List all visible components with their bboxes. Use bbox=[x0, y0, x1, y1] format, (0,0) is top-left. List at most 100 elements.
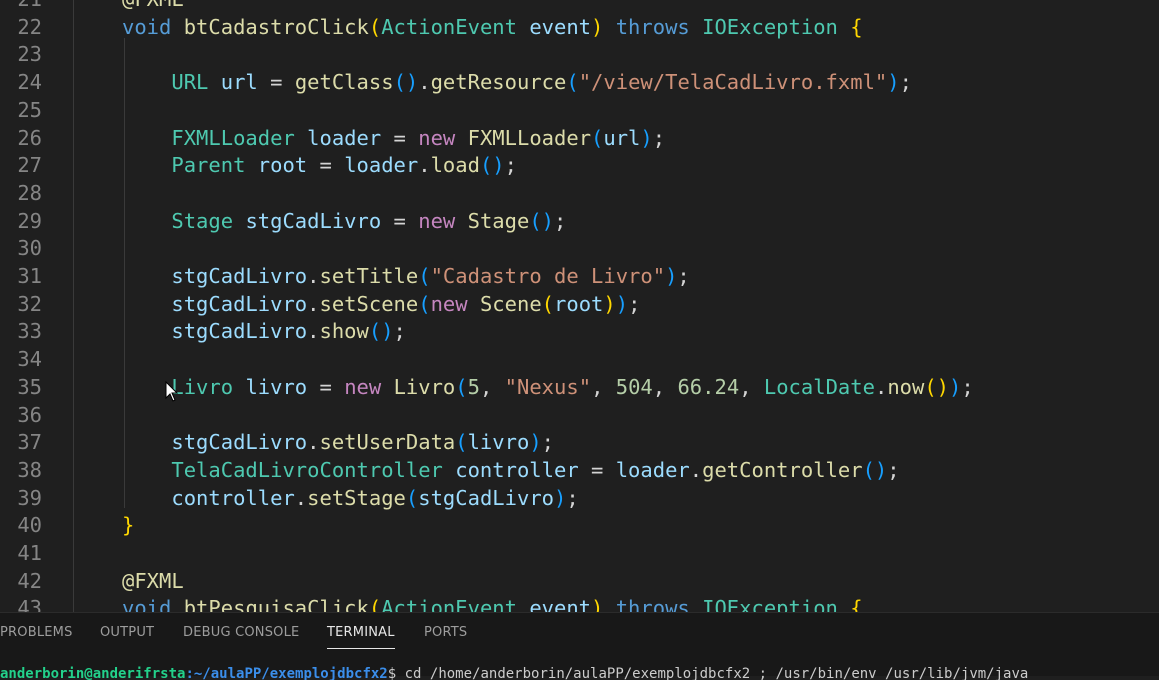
code-token: setStage bbox=[307, 485, 406, 510]
code-token: ) bbox=[529, 430, 542, 455]
code-line[interactable]: 28 bbox=[0, 180, 1159, 208]
code-line[interactable]: 30 bbox=[0, 235, 1159, 263]
code-token: ) bbox=[640, 125, 653, 150]
code-token: setTitle bbox=[319, 264, 419, 288]
code-line[interactable]: 29 Stage stgCadLivro = new Stage(); bbox=[0, 208, 1159, 236]
code-line[interactable]: 39 controller.setStage(stgCadLivro); bbox=[0, 485, 1159, 513]
code-token: () bbox=[862, 457, 888, 482]
code-line[interactable]: 41 bbox=[0, 540, 1159, 568]
code-token: ) bbox=[591, 14, 604, 39]
code-line[interactable]: 31 stgCadLivro.setTitle("Cadastro de Liv… bbox=[0, 263, 1159, 291]
terminal-prompt-line[interactable]: anderborin@anderifrsta:~/aulaPP/exemploj… bbox=[0, 666, 1159, 680]
code-line[interactable]: 27 Parent root = loader.load(); bbox=[0, 152, 1159, 180]
code-token: stgCadLivro bbox=[171, 291, 308, 316]
code-token: stgCadLivro bbox=[171, 264, 308, 288]
line-number: 39 bbox=[17, 485, 42, 510]
code-token: show bbox=[319, 319, 369, 344]
code-line[interactable]: 42 @FXML bbox=[0, 568, 1159, 596]
terminal-user: anderborin@anderifrsta bbox=[0, 666, 186, 680]
code-token: @FXML bbox=[122, 0, 184, 11]
code-token: setScene bbox=[319, 291, 419, 316]
code-token: event bbox=[529, 596, 592, 612]
code-line[interactable]: 24 URL url = getClass().getResource("/vi… bbox=[0, 69, 1159, 97]
code-token: ( bbox=[418, 291, 431, 316]
code-line[interactable]: 21 @FXML bbox=[0, 0, 1159, 14]
line-code: stgCadLivro.setUserData(livro); bbox=[122, 429, 554, 457]
line-number: 31 bbox=[17, 264, 42, 288]
line-number: 40 bbox=[17, 513, 42, 538]
code-token: url bbox=[603, 125, 641, 150]
code-editor[interactable]: 21@FXML22void btCadastroClick(ActionEven… bbox=[0, 0, 1159, 612]
line-number: 43 bbox=[17, 596, 42, 612]
tab-debug-console[interactable]: DEBUG CONSOLE bbox=[183, 625, 299, 640]
line-code: FXMLLoader loader = new FXMLLoader(url); bbox=[122, 125, 665, 153]
code-line[interactable]: 36 bbox=[0, 402, 1159, 430]
code-token: { bbox=[850, 14, 863, 39]
code-token: controller bbox=[455, 457, 579, 482]
code-token: stgCadLivro bbox=[245, 208, 382, 233]
code-token: ; bbox=[566, 485, 579, 510]
code-token: new bbox=[430, 291, 468, 316]
code-token: Livro bbox=[171, 374, 234, 399]
code-line[interactable]: 37 stgCadLivro.setUserData(livro); bbox=[0, 429, 1159, 457]
code-token: ( bbox=[368, 596, 382, 612]
code-line[interactable]: 26 FXMLLoader loader = new FXMLLoader(ur… bbox=[0, 125, 1159, 153]
code-token: ; bbox=[887, 457, 900, 482]
code-token: 66.24 bbox=[677, 374, 740, 399]
code-line[interactable]: 32 stgCadLivro.setScene(new Scene(root))… bbox=[0, 291, 1159, 319]
code-token: controller bbox=[171, 485, 295, 510]
code-token: ( bbox=[566, 70, 579, 95]
code-token: = bbox=[257, 70, 295, 95]
code-line[interactable]: 25 bbox=[0, 97, 1159, 125]
code-token: ActionEvent bbox=[381, 596, 517, 612]
terminal-path: :~/aulaPP/exemplojdbcfx2 bbox=[185, 666, 388, 680]
code-token: URL bbox=[171, 70, 209, 95]
code-token: root bbox=[257, 153, 308, 178]
tab-ports[interactable]: PORTS bbox=[424, 625, 467, 640]
line-number: 29 bbox=[17, 208, 42, 233]
code-line[interactable]: 40} bbox=[0, 512, 1159, 540]
tab-terminal[interactable]: TERMINAL bbox=[327, 625, 395, 649]
code-token: load bbox=[430, 153, 480, 178]
line-code: @FXML bbox=[122, 0, 184, 14]
code-token: , bbox=[591, 374, 616, 399]
tab-problems[interactable]: PROBLEMS bbox=[0, 625, 73, 640]
line-code: } bbox=[122, 512, 134, 540]
tab-output[interactable]: OUTPUT bbox=[100, 625, 154, 640]
code-token: . bbox=[418, 153, 431, 178]
code-token: throws bbox=[615, 14, 690, 39]
code-token: Stage bbox=[171, 208, 234, 233]
code-token: "Cadastro de Livro" bbox=[430, 264, 666, 288]
code-line[interactable]: 34 bbox=[0, 346, 1159, 374]
code-token: . bbox=[307, 319, 320, 344]
code-token: TelaCadLivroController bbox=[171, 457, 443, 482]
mouse-pointer-icon bbox=[165, 381, 179, 402]
code-line[interactable]: 33 stgCadLivro.show(); bbox=[0, 318, 1159, 346]
code-line[interactable]: 43 void btPesquisaClick(ActionEvent event… bbox=[0, 595, 1159, 612]
code-token: ) bbox=[615, 291, 629, 316]
line-number: 23 bbox=[17, 42, 42, 67]
code-token: () bbox=[479, 153, 505, 178]
code-line[interactable]: 22 void btCadastroClick(ActionEvent event… bbox=[0, 14, 1159, 42]
code-token: ) bbox=[554, 485, 567, 510]
line-code: TelaCadLivroController controller = load… bbox=[122, 457, 900, 485]
code-token: ( bbox=[591, 125, 604, 150]
code-line[interactable]: 38 TelaCadLivroController controller = l… bbox=[0, 457, 1159, 485]
code-token: 504 bbox=[615, 374, 653, 399]
code-token: . bbox=[307, 264, 320, 288]
code-token: () bbox=[368, 319, 394, 344]
code-line[interactable]: 23 bbox=[0, 41, 1159, 69]
